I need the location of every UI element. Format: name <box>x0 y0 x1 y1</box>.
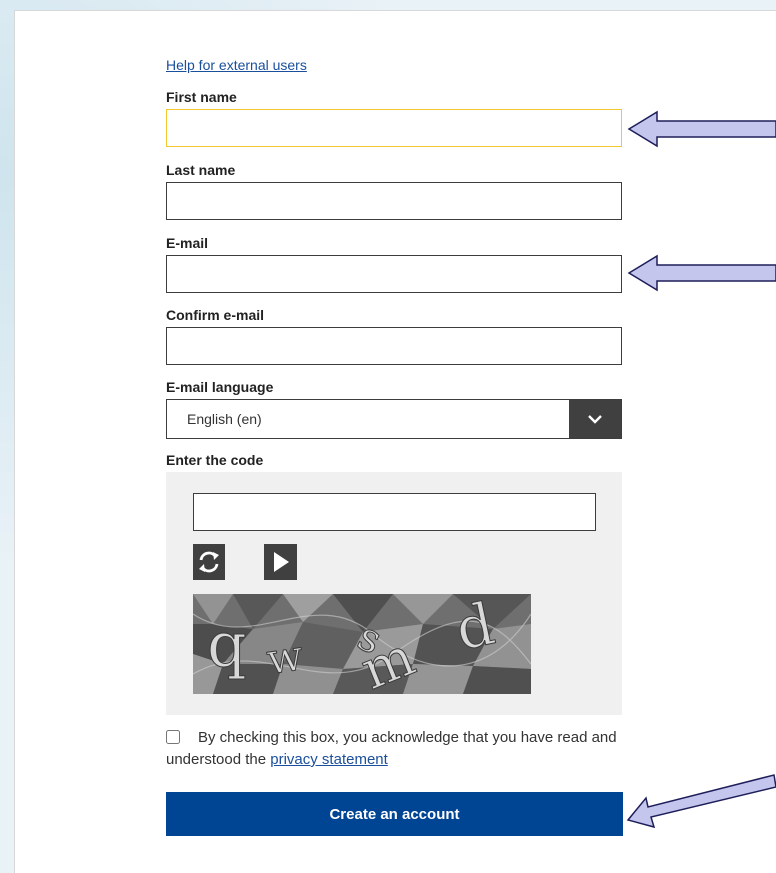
captcha-image: q w s m d <box>193 594 531 694</box>
annotation-arrow-create-account <box>626 774 776 829</box>
create-account-button[interactable]: Create an account <box>166 792 623 836</box>
captcha-panel: q w s m d <box>166 472 622 715</box>
dropdown-toggle[interactable] <box>569 400 621 438</box>
help-external-users-link[interactable]: Help for external users <box>166 57 307 73</box>
first-name-label: First name <box>166 89 237 105</box>
email-language-label: E-mail language <box>166 379 274 395</box>
captcha-label: Enter the code <box>166 452 264 468</box>
confirm-email-input[interactable] <box>166 327 622 365</box>
play-icon <box>274 552 289 572</box>
captcha-input[interactable] <box>193 493 596 531</box>
confirm-email-label: Confirm e-mail <box>166 307 265 323</box>
email-input[interactable] <box>166 255 622 293</box>
captcha-glyph: q <box>207 608 247 681</box>
last-name-input[interactable] <box>166 182 622 220</box>
chevron-down-icon <box>588 415 602 424</box>
annotation-arrow-first-name <box>627 110 776 148</box>
email-language-select[interactable]: English (en) <box>166 399 622 439</box>
captcha-refresh-button[interactable] <box>193 544 225 580</box>
last-name-label: Last name <box>166 162 236 178</box>
privacy-consent-checkbox[interactable] <box>166 730 180 744</box>
consent-statement: By checking this box, you acknowledge th… <box>166 729 617 768</box>
captcha-audio-button[interactable] <box>264 544 297 580</box>
captcha-glyph: w <box>264 630 306 684</box>
refresh-icon <box>199 551 219 573</box>
privacy-statement-link[interactable]: privacy statement <box>270 751 388 768</box>
annotation-arrow-email <box>627 254 776 292</box>
consent-text: By checking this box, you acknowledge th… <box>166 727 622 771</box>
email-label: E-mail <box>166 235 209 251</box>
first-name-input[interactable] <box>166 109 622 147</box>
email-language-value: English (en) <box>187 411 262 427</box>
